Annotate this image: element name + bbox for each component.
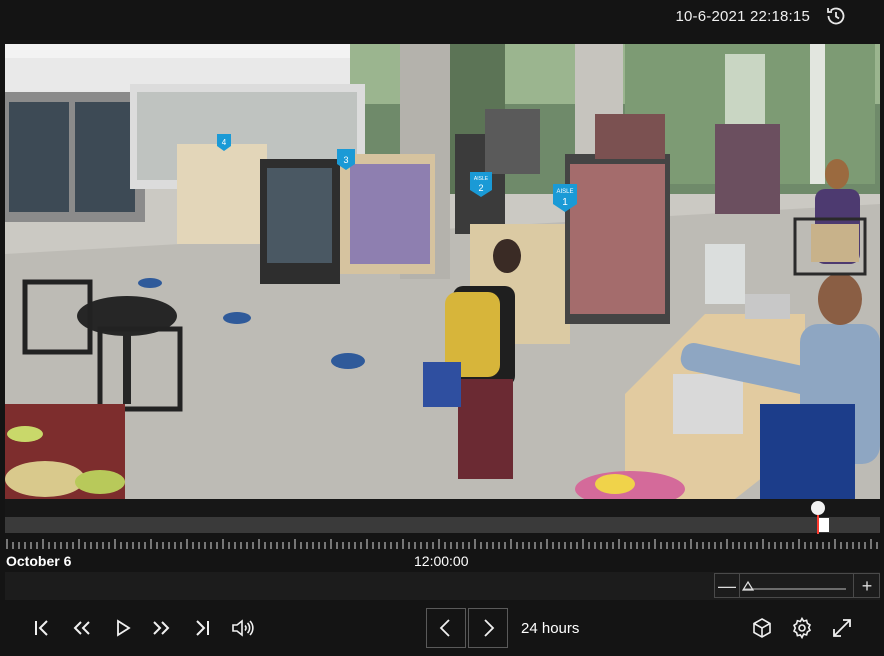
aisle-1-sign-label: AISLE bbox=[556, 189, 573, 195]
rewind-icon[interactable] bbox=[70, 616, 94, 640]
previous-icon bbox=[439, 619, 450, 637]
aisle-2-sign-number: 2 bbox=[478, 183, 483, 193]
3d-cube-icon[interactable] bbox=[750, 616, 774, 640]
timeline-track[interactable] bbox=[5, 517, 880, 533]
playhead-handle[interactable] bbox=[811, 501, 825, 515]
zoom-in-icon[interactable]: + bbox=[856, 576, 878, 596]
camera-video-feed[interactable]: AISLE 1 AISLE 2 3 4 bbox=[5, 44, 880, 499]
timeline-date-label: October 6 bbox=[6, 553, 72, 569]
next-button[interactable] bbox=[468, 608, 508, 648]
fast-forward-icon[interactable] bbox=[149, 616, 173, 640]
aisle-3-sign-number: 3 bbox=[343, 155, 348, 165]
timestamp: 10-6-2021 22:18:15 bbox=[675, 8, 810, 25]
timeline-ruler[interactable] bbox=[5, 537, 880, 551]
playhead-position bbox=[819, 518, 829, 532]
next-icon bbox=[484, 619, 495, 637]
zoom-divider bbox=[739, 574, 740, 597]
skip-to-start-icon[interactable] bbox=[30, 616, 54, 640]
skip-to-end-icon[interactable] bbox=[190, 616, 214, 640]
timeline-time-label: 12:00:00 bbox=[414, 553, 469, 569]
zoom-divider bbox=[853, 574, 854, 597]
zoom-slider-icon[interactable] bbox=[741, 578, 850, 594]
settings-gear-icon[interactable] bbox=[790, 616, 814, 640]
aisle-2-sign-label: AISLE bbox=[474, 176, 489, 182]
aisle-4-sign-number: 4 bbox=[222, 138, 227, 147]
previous-button[interactable] bbox=[426, 608, 466, 648]
history-clock-icon[interactable] bbox=[824, 4, 848, 28]
aisle-1-sign-number: 1 bbox=[562, 197, 568, 208]
time-range-label[interactable]: 24 hours bbox=[521, 620, 579, 637]
play-icon[interactable] bbox=[111, 616, 135, 640]
fullscreen-icon[interactable] bbox=[830, 616, 854, 640]
timeline-top-strip bbox=[5, 499, 880, 517]
zoom-out-icon[interactable]: — bbox=[716, 576, 738, 596]
volume-icon[interactable] bbox=[230, 616, 254, 640]
